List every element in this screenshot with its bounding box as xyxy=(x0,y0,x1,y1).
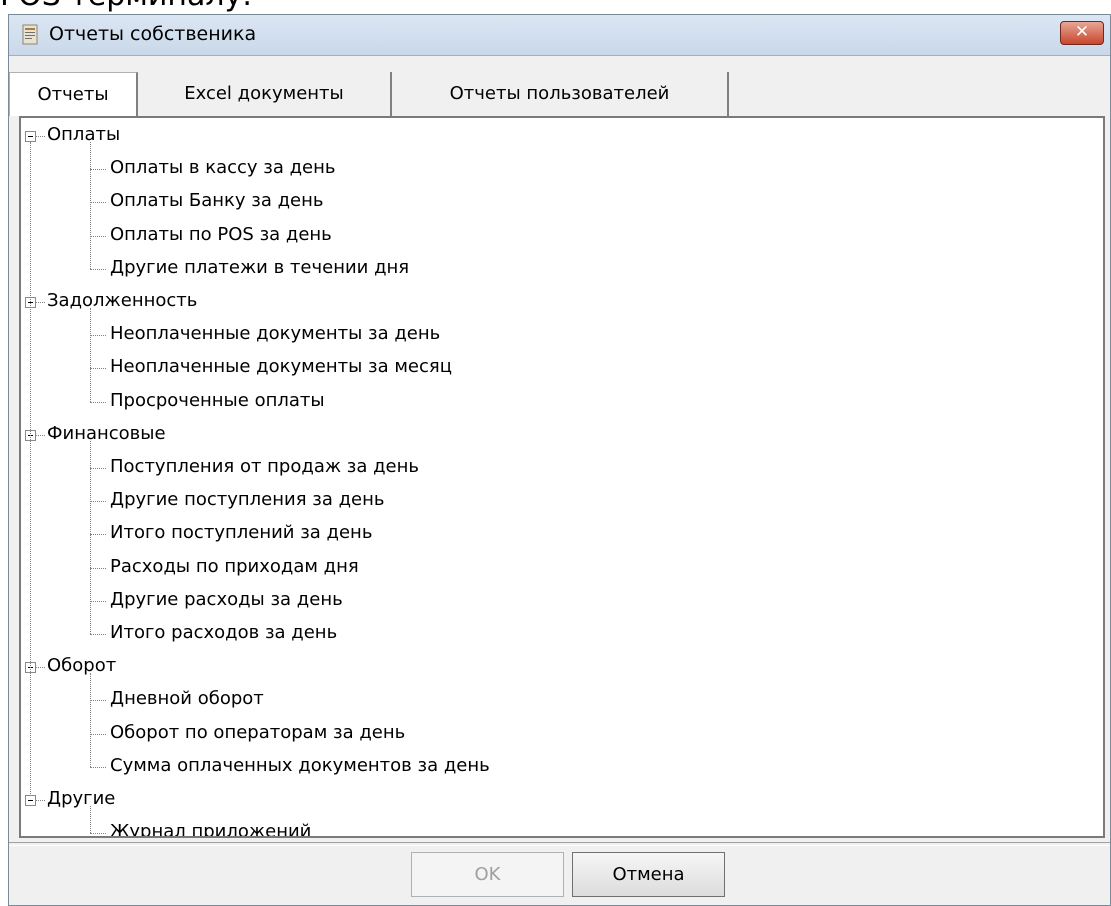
tab-excel-documents[interactable]: Excel документы xyxy=(138,72,392,116)
tab-user-reports[interactable]: Отчеты пользователей xyxy=(392,72,729,116)
tree-item[interactable]: Итого расходов за день xyxy=(110,622,337,644)
collapse-toggle-icon[interactable] xyxy=(25,795,36,806)
tree-item[interactable]: Расходы по приходам дня xyxy=(110,556,359,578)
tab-strip: Отчеты Excel документы Отчеты пользовате… xyxy=(9,72,1110,116)
reports-tree: Оплаты Оплаты в кассу за день Оплаты Банку… xyxy=(21,118,1103,836)
divider xyxy=(9,842,1110,846)
title-bar[interactable]: Отчеты собственика ✕ xyxy=(9,15,1110,56)
tree-item[interactable]: Просроченные оплаты xyxy=(110,390,325,412)
tree-item[interactable]: Итого поступлений за день xyxy=(110,522,372,544)
reports-dialog: Отчеты собственика ✕ Отчеты Excel докуме… xyxy=(8,14,1111,906)
close-icon: ✕ xyxy=(1074,22,1090,42)
tree-group[interactable]: Оплаты xyxy=(47,124,120,146)
tree-item[interactable]: Другие расходы за день xyxy=(110,589,343,611)
tab-reports[interactable]: Отчеты xyxy=(9,72,138,116)
tree-item[interactable]: Поступления от продаж за день xyxy=(110,456,419,478)
tree-group[interactable]: Оборот xyxy=(47,655,116,677)
ok-button[interactable]: OK xyxy=(411,852,564,897)
tree-item[interactable]: Оборот по операторам за день xyxy=(110,722,405,744)
tree-item[interactable]: Другие платежи в течении дня xyxy=(110,257,409,279)
tree-item[interactable]: Другие поступления за день xyxy=(110,489,385,511)
tree-item[interactable]: Журнал приложений xyxy=(110,821,311,836)
tree-item[interactable]: Оплаты в кассу за день xyxy=(110,157,336,179)
reports-tree-panel[interactable]: Оплаты Оплаты в кассу за день Оплаты Банку… xyxy=(19,116,1105,838)
tree-item[interactable]: Дневной оборот xyxy=(110,688,264,710)
collapse-toggle-icon[interactable] xyxy=(25,131,36,142)
window-title: Отчеты собственика xyxy=(49,23,257,45)
tree-item[interactable]: Оплаты Банку за день xyxy=(110,190,324,212)
tree-group[interactable]: Задолженность xyxy=(47,290,197,312)
tree-group[interactable]: Финансовые xyxy=(47,423,166,445)
tree-item[interactable]: Сумма оплаченных документов за день xyxy=(110,755,490,777)
tree-item[interactable]: Оплаты по POS за день xyxy=(110,224,332,246)
cancel-button[interactable]: Отмена xyxy=(572,852,725,897)
tree-item[interactable]: Неоплаченные документы за день xyxy=(110,323,440,345)
app-icon xyxy=(22,24,38,45)
tree-item[interactable]: Неоплаченные документы за месяц xyxy=(110,356,452,378)
tree-group[interactable]: Другие xyxy=(47,788,115,810)
close-button[interactable]: ✕ xyxy=(1060,21,1104,45)
